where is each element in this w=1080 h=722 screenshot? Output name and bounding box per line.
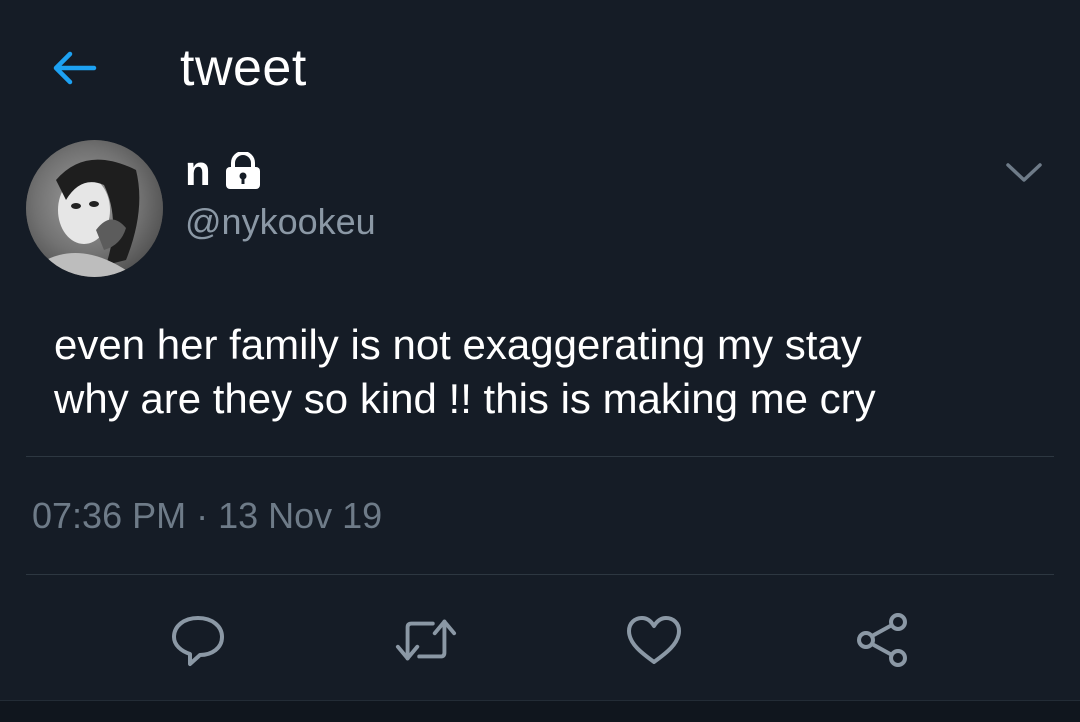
display-name: n: [185, 147, 211, 194]
tweet-menu-button[interactable]: [1000, 150, 1048, 194]
avatar[interactable]: [26, 140, 163, 277]
author-name-row[interactable]: n: [185, 146, 263, 196]
lock-icon: [223, 152, 263, 190]
back-button[interactable]: [46, 44, 102, 92]
divider: [26, 574, 1054, 575]
arrow-left-icon: [53, 51, 97, 85]
page-title: tweet: [180, 39, 307, 97]
tweet-text-line: why are they so kind !! this is making m…: [54, 375, 876, 422]
avatar-photo: [26, 140, 163, 277]
like-button[interactable]: [622, 610, 686, 670]
tweet-timestamp: 07:36 PM · 13 Nov 19: [32, 495, 383, 536]
reply-icon: [172, 616, 224, 666]
chevron-down-icon: [1006, 163, 1042, 182]
top-bar: tweet: [0, 0, 1080, 130]
share-button[interactable]: [850, 610, 914, 670]
bottom-bar: [0, 700, 1080, 722]
divider: [26, 456, 1054, 457]
share-icon: [857, 613, 907, 667]
reply-button[interactable]: [166, 610, 230, 670]
retweet-icon: [395, 619, 457, 661]
tweet-text-line: even her family is not exaggerating my s…: [54, 321, 862, 368]
retweet-button[interactable]: [394, 610, 458, 670]
user-handle[interactable]: @nykookeu: [185, 200, 376, 244]
tweet-text: even her family is not exaggerating my s…: [54, 318, 1054, 426]
heart-icon: [627, 616, 681, 664]
